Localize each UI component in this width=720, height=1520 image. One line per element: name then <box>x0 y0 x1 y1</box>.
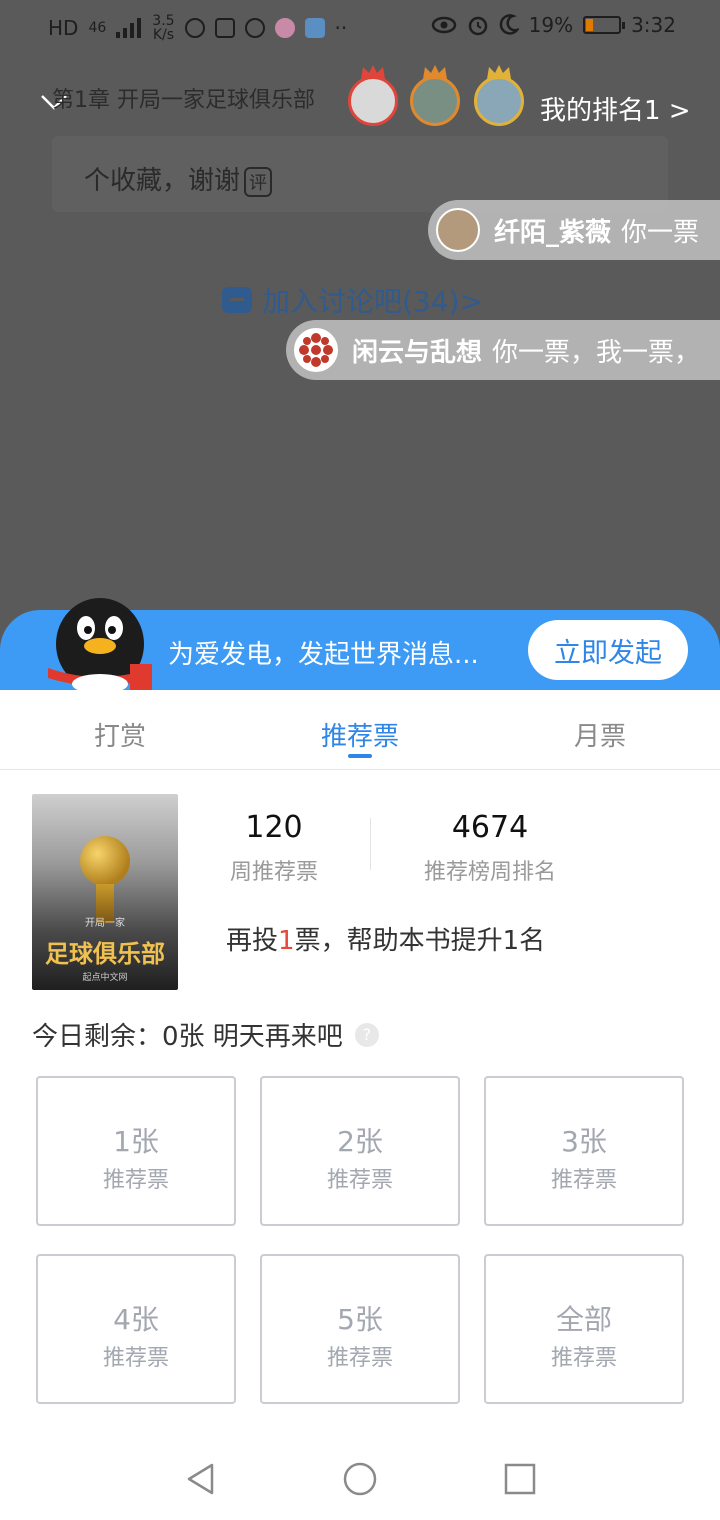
status-left: HD 46 3.5 K/s ·· <box>48 14 347 42</box>
crown-icon <box>361 65 385 79</box>
vote-option-all[interactable]: 全部 推荐票 <box>484 1254 684 1404</box>
vote-option-1[interactable]: 1张 推荐票 <box>36 1076 236 1226</box>
danmaku-bubble[interactable]: 闲云与乱想 你一票，我一票， <box>286 320 720 380</box>
danmaku-user: 纤陌_紫薇 <box>494 217 612 248</box>
system-nav-bar <box>0 1430 720 1520</box>
fan-avatar[interactable] <box>474 65 524 126</box>
cover-publisher: 起点中文网 <box>82 973 128 983</box>
lola-icon <box>274 18 295 38</box>
vote-label: 推荐票 <box>102 1168 169 1193</box>
vote-amount: 3张 <box>561 1125 607 1158</box>
weekly-votes-label: 周推荐票 <box>229 860 318 885</box>
net-speed: 3.5 K/s <box>152 14 174 42</box>
cover-subtitle: 开局一家 <box>85 918 125 929</box>
hd-indicator: HD <box>48 16 79 40</box>
home-icon[interactable] <box>343 1462 377 1496</box>
vote-label: 推荐票 <box>326 1346 393 1371</box>
vote-option-2[interactable]: 2张 推荐票 <box>260 1076 460 1226</box>
vote-amount: 2张 <box>337 1125 383 1158</box>
status-right: 19% 3:32 <box>431 14 676 36</box>
banner-text: 为爱发电，发起世界消息... <box>168 640 479 670</box>
crown-icon <box>423 65 447 79</box>
boost-suffix: 票，帮助本书提升1名 <box>294 926 546 956</box>
k-icon <box>184 18 205 38</box>
net-speed-unit: K/s <box>152 27 175 43</box>
vote-amount: 4张 <box>113 1303 159 1336</box>
rank-value: 4674 <box>451 810 529 845</box>
fan-avatar[interactable] <box>348 65 398 126</box>
remaining-text: 今日剩余：0张 明天再来吧 <box>32 1022 343 1052</box>
comment-text: 个收藏，谢谢评 <box>84 160 273 197</box>
flower-avatar-icon <box>299 333 333 367</box>
weekly-votes-value: 120 <box>245 810 303 845</box>
qq-icon <box>244 18 265 38</box>
eye-icon <box>431 16 456 34</box>
boost-text: 再投1票，帮助本书提升1名 <box>226 920 545 957</box>
vote-amount: 1张 <box>113 1125 159 1158</box>
trophy-ball <box>80 836 130 886</box>
vote-option-4[interactable]: 4张 推荐票 <box>36 1254 236 1404</box>
boost-prefix: 再投 <box>226 926 279 956</box>
tab-monthly-votes[interactable]: 月票 <box>520 716 680 753</box>
recents-icon[interactable] <box>503 1462 537 1496</box>
doc-icon <box>214 18 235 38</box>
avatar <box>436 208 480 252</box>
tab-bar: 打赏 推荐票 月票 <box>0 690 720 770</box>
vote-label: 推荐票 <box>102 1346 169 1371</box>
active-tab-indicator <box>348 754 372 758</box>
tab-recommend-votes[interactable]: 推荐票 <box>280 716 440 753</box>
signal-icon <box>116 18 142 38</box>
avatar <box>294 328 338 372</box>
alarm-icon <box>468 16 487 36</box>
danmaku-text: 你一票 <box>621 217 700 248</box>
battery-percent: 19% <box>528 13 574 37</box>
network-indicator: 46 <box>88 20 107 36</box>
moon-icon <box>499 14 519 35</box>
help-icon[interactable]: ? <box>354 1022 379 1047</box>
chat-bubble-icon <box>222 287 252 313</box>
cover-title: 足球俱乐部 <box>45 939 165 968</box>
review-tag: 评 <box>244 167 273 197</box>
vote-sheet: 打赏 推荐票 月票 开局一家 足球俱乐部 起点中文网 120 周推荐票 4674… <box>0 690 720 1520</box>
vote-option-3[interactable]: 3张 推荐票 <box>484 1076 684 1226</box>
danmaku-text: 你一票，我一票， <box>492 337 701 368</box>
tab-reward[interactable]: 打赏 <box>40 716 200 753</box>
danmaku-user: 闲云与乱想 <box>352 337 483 368</box>
stat-divider <box>370 818 371 870</box>
vote-label: 推荐票 <box>326 1168 393 1193</box>
danmaku-bubble[interactable]: 纤陌_紫薇 你一票 <box>428 200 720 260</box>
launch-button[interactable]: 立即发起 <box>528 620 688 680</box>
join-discussion-link[interactable]: 加入讨论吧(34)> <box>222 280 483 320</box>
book-cover: 开局一家 足球俱乐部 起点中文网 <box>32 794 178 990</box>
penguin-mascot-icon <box>48 598 152 690</box>
boost-count: 1 <box>278 926 295 956</box>
comment-body: 个收藏，谢谢 <box>84 166 241 196</box>
app-icon <box>304 18 325 38</box>
vote-label: 推荐票 <box>550 1168 617 1193</box>
rank-label: 推荐榜周排名 <box>423 860 556 885</box>
vote-option-5[interactable]: 5张 推荐票 <box>260 1254 460 1404</box>
back-icon[interactable] <box>184 1462 218 1496</box>
clock: 3:32 <box>631 13 676 37</box>
status-bar: HD 46 3.5 K/s ·· 19% 3:32 <box>0 0 720 60</box>
chapter-title: 第1章 开局一家足球俱乐部 <box>52 88 315 113</box>
remaining-votes: 今日剩余：0张 明天再来吧 ? <box>32 1016 379 1053</box>
vote-label: 推荐票 <box>550 1346 617 1371</box>
vote-amount: 全部 <box>555 1303 612 1336</box>
crown-icon <box>487 65 511 79</box>
my-rank-link[interactable]: 我的排名1 > <box>540 90 691 127</box>
fan-avatar[interactable] <box>410 65 460 126</box>
more-icon: ·· <box>334 16 348 40</box>
battery-icon <box>583 16 626 34</box>
join-discussion-label: 加入讨论吧(34)> <box>262 285 483 318</box>
vote-amount: 5张 <box>337 1303 383 1336</box>
